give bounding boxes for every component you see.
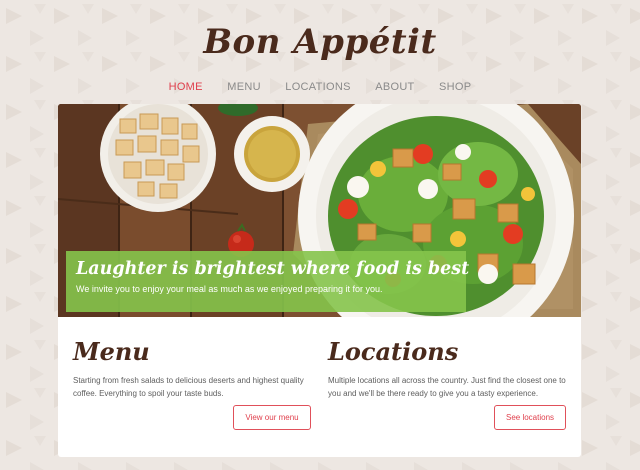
see-locations-button[interactable]: See locations bbox=[494, 405, 566, 430]
feature-cards: Menu Starting from fresh salads to delic… bbox=[58, 317, 581, 457]
hero-caption: Laughter is brightest where food is best… bbox=[66, 251, 470, 312]
site-logo[interactable]: Bon Appétit bbox=[0, 22, 640, 62]
menu-card-text: Starting from fresh salads to delicious … bbox=[73, 376, 304, 398]
locations-card-title: Locations bbox=[328, 337, 459, 366]
menu-card-title: Menu bbox=[73, 337, 150, 366]
locations-card: Locations Multiple locations all across … bbox=[328, 337, 568, 430]
nav-menu[interactable]: MENU bbox=[227, 81, 261, 93]
main-nav: HOME MENU LOCATIONS ABOUT SHOP bbox=[0, 77, 640, 95]
nav-home[interactable]: HOME bbox=[169, 81, 203, 93]
nav-about[interactable]: ABOUT bbox=[375, 81, 414, 93]
nav-locations[interactable]: LOCATIONS bbox=[285, 81, 350, 93]
locations-card-text: Multiple locations all across the countr… bbox=[328, 376, 566, 398]
nav-shop[interactable]: SHOP bbox=[439, 81, 471, 93]
hero-subtitle: We invite you to enjoy your meal as much… bbox=[76, 284, 383, 294]
hero-banner: Laughter is brightest where food is best… bbox=[58, 104, 581, 317]
hero-title: Laughter is brightest where food is best bbox=[76, 259, 470, 279]
view-menu-button[interactable]: View our menu bbox=[233, 405, 311, 430]
menu-card: Menu Starting from fresh salads to delic… bbox=[73, 337, 313, 430]
